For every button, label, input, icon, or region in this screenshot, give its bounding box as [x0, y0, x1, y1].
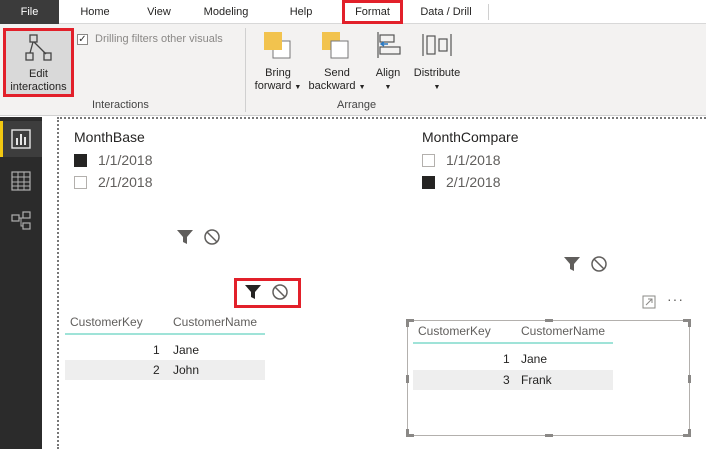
- resize-handle[interactable]: [406, 375, 409, 383]
- table-cell: Frank: [521, 373, 552, 387]
- resize-handle[interactable]: [688, 429, 691, 437]
- view-switcher-rail: [0, 117, 42, 449]
- none-icon[interactable]: [590, 255, 608, 273]
- table-row: 1 Jane: [413, 349, 613, 369]
- slicer-checkbox[interactable]: [422, 154, 435, 167]
- report-view-button[interactable]: [0, 121, 42, 157]
- table-cell: Jane: [521, 352, 548, 366]
- edit-interactions-button[interactable]: Edit interactions: [3, 28, 74, 97]
- send-backward-icon: [322, 32, 349, 59]
- model-view-icon: [11, 211, 31, 230]
- tab-help[interactable]: Help: [280, 0, 322, 24]
- slicer-checkbox[interactable]: [422, 176, 435, 189]
- align-button[interactable]: Align ▼: [370, 30, 406, 96]
- slicer-checkbox[interactable]: [74, 154, 87, 167]
- tab-divider: [488, 4, 489, 20]
- table-cell: Jane: [173, 343, 200, 357]
- interaction-controls: [563, 255, 608, 273]
- send-backward-label-2: backward: [308, 80, 356, 92]
- column-header[interactable]: CustomerName: [521, 320, 605, 342]
- table-cell: 2: [153, 363, 160, 377]
- edit-interactions-label-1: Edit: [29, 68, 48, 80]
- canvas-border: [57, 117, 706, 119]
- canvas-border: [57, 117, 59, 449]
- none-icon[interactable]: [271, 283, 289, 301]
- slicer-item[interactable]: 2/1/2018: [422, 174, 501, 190]
- interaction-controls: [176, 228, 221, 246]
- filter-icon[interactable]: [563, 255, 581, 273]
- header-underline: [65, 333, 265, 335]
- slicer-item[interactable]: 1/1/2018: [74, 152, 153, 168]
- table-cell: 3: [503, 373, 510, 387]
- data-view-button[interactable]: [0, 163, 42, 199]
- slicer-title-monthcompare: MonthCompare: [422, 129, 519, 145]
- column-header[interactable]: CustomerKey: [418, 320, 491, 342]
- report-canvas[interactable]: MonthBase 1/1/2018 2/1/2018 MonthCompare…: [42, 117, 706, 449]
- none-icon[interactable]: [203, 228, 221, 246]
- resize-handle[interactable]: [406, 319, 409, 327]
- resize-handle[interactable]: [688, 319, 691, 327]
- ribbon-tab-bar: File Home View Modeling Help Format Data…: [0, 0, 706, 24]
- interaction-controls: [244, 283, 289, 301]
- interactions-group-label: Interactions: [92, 99, 149, 111]
- table-row: 2 John: [65, 360, 265, 380]
- tab-home[interactable]: Home: [73, 0, 117, 24]
- slicer-item-label: 2/1/2018: [98, 174, 153, 190]
- customer-table-left[interactable]: CustomerKey CustomerName 1 Jane 2 John: [65, 311, 265, 381]
- bring-forward-icon: [264, 32, 291, 59]
- format-tab-highlight: [342, 0, 403, 24]
- distribute-button[interactable]: Distribute ▼: [408, 30, 466, 96]
- filter-icon[interactable]: [244, 283, 262, 301]
- slicer-title-monthbase: MonthBase: [74, 129, 145, 145]
- column-header[interactable]: CustomerKey: [70, 311, 143, 333]
- more-options-icon[interactable]: ···: [667, 291, 684, 307]
- table-cell: John: [173, 363, 200, 377]
- customer-table-right[interactable]: CustomerKey CustomerName 1 Jane 3 Frank: [413, 320, 613, 390]
- slicer-item[interactable]: 2/1/2018: [74, 174, 153, 190]
- send-backward-label-1: Send: [324, 67, 350, 79]
- focus-mode-icon[interactable]: [642, 295, 656, 309]
- resize-handle[interactable]: [688, 375, 691, 383]
- edit-interactions-label-2: interactions: [10, 81, 67, 93]
- table-row: 3 Frank: [413, 370, 613, 390]
- resize-handle[interactable]: [406, 429, 409, 437]
- bring-forward-button[interactable]: Bring forward ▼: [251, 30, 305, 96]
- tab-data-drill[interactable]: Data / Drill: [408, 0, 484, 24]
- data-view-icon: [11, 171, 31, 191]
- slicer-item-label: 1/1/2018: [446, 152, 501, 168]
- table-cell: 1: [503, 352, 510, 366]
- report-view-icon: [11, 129, 31, 149]
- align-icon: [377, 32, 401, 58]
- tab-file[interactable]: File: [0, 0, 59, 24]
- tab-view[interactable]: View: [138, 0, 180, 24]
- arrange-group-label: Arrange: [337, 99, 377, 111]
- chevron-down-icon: ▼: [294, 84, 302, 91]
- distribute-icon: [422, 34, 452, 56]
- align-label: Align: [375, 67, 401, 79]
- filter-icon[interactable]: [176, 228, 194, 246]
- table-cell: 1: [153, 343, 160, 357]
- slicer-item-label: 2/1/2018: [446, 174, 501, 190]
- tab-modeling[interactable]: Modeling: [196, 0, 256, 24]
- slicer-item[interactable]: 1/1/2018: [422, 152, 501, 168]
- chevron-down-icon: ▼: [358, 84, 366, 91]
- chevron-down-icon: ▼: [384, 84, 392, 91]
- slicer-item-label: 1/1/2018: [98, 152, 153, 168]
- drilling-filters-label: Drilling filters other visuals: [95, 33, 223, 45]
- distribute-label: Distribute: [413, 67, 461, 79]
- table-row: 1 Jane: [65, 340, 265, 360]
- ribbon-separator: [245, 28, 246, 112]
- edit-interactions-icon: [25, 34, 52, 61]
- ribbon: Edit interactions ✓ Drilling filters oth…: [0, 24, 706, 116]
- send-backward-button[interactable]: Send backward ▼: [306, 30, 368, 96]
- header-underline: [413, 342, 613, 344]
- model-view-button[interactable]: [0, 203, 42, 239]
- drilling-filters-checkbox[interactable]: ✓: [77, 34, 88, 45]
- slicer-checkbox[interactable]: [74, 176, 87, 189]
- bring-forward-label-2: forward: [254, 80, 292, 92]
- resize-handle[interactable]: [545, 434, 553, 437]
- bring-forward-label-1: Bring: [265, 67, 291, 79]
- chevron-down-icon: ▼: [433, 84, 441, 91]
- column-header[interactable]: CustomerName: [173, 311, 257, 333]
